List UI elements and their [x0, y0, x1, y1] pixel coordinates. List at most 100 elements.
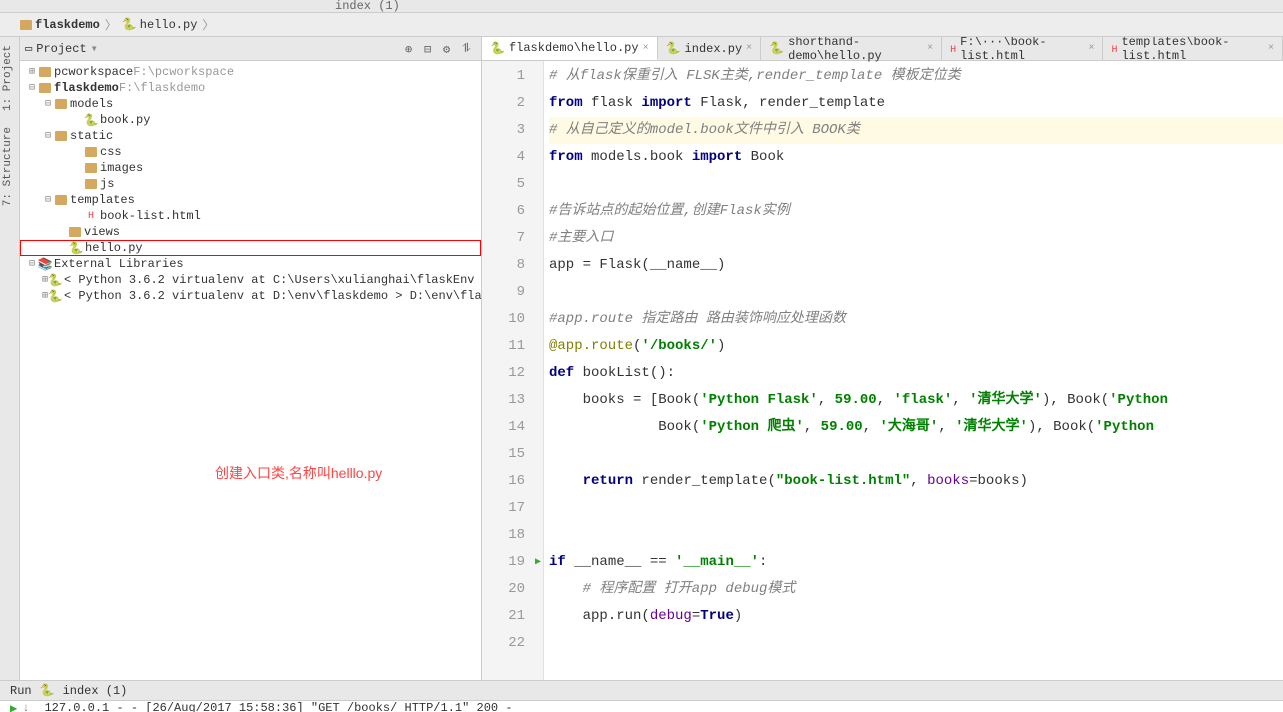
tree-item[interactable]: ⊞🐍< Python 3.6.2 virtualenv at C:\Users\… — [20, 272, 481, 288]
target-icon[interactable]: ⊟ — [424, 42, 438, 56]
code-line[interactable]: @app.route('/books/') — [549, 333, 1283, 360]
code-line[interactable]: #app.route 指定路由 路由装饰响应处理函数 — [549, 306, 1283, 333]
breadcrumb-item[interactable]: 🐍 hello.py — [117, 17, 203, 32]
py-icon: 🐍 — [84, 113, 98, 128]
tree-item[interactable]: 🐍book.py — [20, 112, 481, 128]
tool-project[interactable]: 1: Project — [0, 37, 16, 119]
dropdown-icon[interactable]: ▾ — [91, 41, 98, 56]
line-number: 11 — [482, 333, 525, 360]
html-icon: H — [1111, 42, 1117, 56]
panel-title: Project — [36, 42, 86, 56]
tree-item[interactable]: ⊟📚External Libraries — [20, 256, 481, 272]
run-label[interactable]: Run — [10, 684, 32, 698]
tree-item[interactable]: ⊟ static — [20, 128, 481, 144]
close-icon[interactable]: × — [643, 43, 649, 54]
code-line[interactable]: # 从flask保重引入 FLSK主类,render_template 模板定位… — [549, 63, 1283, 90]
code-line[interactable]: app.run(debug=True) — [549, 603, 1283, 630]
code-line[interactable] — [549, 279, 1283, 306]
code-line[interactable]: app = Flask(__name__) — [549, 252, 1283, 279]
code-line[interactable] — [549, 630, 1283, 657]
run-config-label[interactable]: index (1) — [63, 684, 128, 698]
code-line[interactable]: from flask import Flask, render_template — [549, 90, 1283, 117]
close-icon[interactable]: × — [927, 43, 933, 54]
tree-item[interactable]: ⊟flaskdemo F:\flaskdemo — [20, 80, 481, 96]
tree-item[interactable]: ⊟ templates — [20, 192, 481, 208]
tree-item[interactable]: css — [20, 144, 481, 160]
tree-toggle-icon[interactable]: ⊟ — [26, 258, 38, 270]
line-number: 9 — [482, 279, 525, 306]
console-arrow-icon[interactable]: ▶ — [10, 701, 17, 712]
tree-label: < Python 3.6.2 virtualenv at D:\env\flas… — [64, 289, 481, 303]
code-line[interactable]: Book('Python 爬虫', 59.00, '大海哥', '清华大学'),… — [549, 414, 1283, 441]
tree-toggle-icon[interactable]: ⊟ — [42, 194, 54, 206]
editor-tab[interactable]: Htemplates\book-list.html× — [1103, 37, 1283, 60]
tree-path: F:\pcworkspace — [133, 65, 234, 79]
tree-item[interactable]: Hbook-list.html — [20, 208, 481, 224]
tree-label: templates — [70, 193, 135, 207]
editor-tab[interactable]: HF:\···\book-list.html× — [942, 37, 1103, 60]
tree-item[interactable]: ⊞ pcworkspace F:\pcworkspace — [20, 64, 481, 80]
python-icon: 🐍 — [40, 683, 55, 698]
tree-item[interactable]: ⊟ models — [20, 96, 481, 112]
code-line[interactable]: def bookList(): — [549, 360, 1283, 387]
editor-tab[interactable]: 🐍flaskdemo\hello.py× — [482, 37, 658, 60]
line-number: 13 — [482, 387, 525, 414]
run-console[interactable]: ▶ ↓ 127.0.0.1 - - [26/Aug/2017 15:58:36]… — [0, 700, 1283, 712]
close-icon[interactable]: × — [1088, 43, 1094, 54]
tree-toggle-icon[interactable]: ⊟ — [42, 98, 54, 110]
code-line[interactable] — [549, 522, 1283, 549]
code-line[interactable] — [549, 495, 1283, 522]
code-content[interactable]: # 从flask保重引入 FLSK主类,render_template 模板定位… — [544, 61, 1283, 680]
code-line[interactable]: return render_template("book-list.html",… — [549, 468, 1283, 495]
project-tree[interactable]: ⊞ pcworkspace F:\pcworkspace⊟flaskdemo F:… — [20, 61, 481, 680]
tree-toggle-icon[interactable]: ⊞ — [26, 66, 38, 78]
tree-item[interactable]: ⊞🐍< Python 3.6.2 virtualenv at D:\env\fl… — [20, 288, 481, 304]
project-panel: ▭ Project ▾ ⊕ ⊟ ⚙ ⥮ ⊞ pcworkspace F:\pcwo… — [20, 37, 482, 680]
code-line[interactable]: books = [Book('Python Flask', 59.00, 'fl… — [549, 387, 1283, 414]
close-icon[interactable]: × — [1268, 43, 1274, 54]
tab-label: shorthand-demo\hello.py — [788, 37, 923, 63]
code-line[interactable] — [549, 171, 1283, 198]
console-arrow-icon[interactable]: ↓ — [22, 701, 29, 712]
collapse-icon[interactable]: ⊕ — [405, 42, 419, 56]
tree-label: book.py — [100, 113, 150, 127]
tree-label: book-list.html — [100, 209, 201, 223]
html-icon: H — [84, 211, 98, 222]
folder-icon — [84, 163, 98, 173]
project-panel-header: ▭ Project ▾ ⊕ ⊟ ⚙ ⥮ — [20, 37, 481, 61]
tree-item[interactable]: js — [20, 176, 481, 192]
folder-icon — [54, 195, 68, 205]
line-number: 17 — [482, 495, 525, 522]
code-line[interactable]: #主要入口 — [549, 225, 1283, 252]
tree-label: pcworkspace — [54, 65, 133, 79]
tree-item[interactable]: views — [20, 224, 481, 240]
code-line[interactable]: if __name__ == '__main__': — [549, 549, 1283, 576]
run-config-label[interactable]: index (1) — [335, 0, 400, 13]
close-icon[interactable]: × — [746, 43, 752, 54]
code-editor[interactable]: 12345678910111213141516171819▶202122 # 从… — [482, 61, 1283, 680]
gear-icon[interactable]: ⚙ — [443, 42, 457, 56]
tree-item[interactable]: 🐍hello.py — [20, 240, 481, 256]
code-line[interactable] — [549, 441, 1283, 468]
breadcrumb-item[interactable]: flaskdemo — [15, 18, 105, 32]
tree-label: static — [70, 129, 113, 143]
tool-structure[interactable]: 7: Structure — [0, 119, 16, 214]
code-line[interactable]: #告诉站点的起始位置,创建Flask实例 — [549, 198, 1283, 225]
left-tool-strip: 1: Project 7: Structure — [0, 37, 20, 680]
editor-tab[interactable]: 🐍shorthand-demo\hello.py× — [761, 37, 942, 60]
folder-icon — [38, 67, 52, 77]
code-line[interactable]: # 从自己定义的model.book文件中引入 BOOK类 — [549, 117, 1283, 144]
tree-item[interactable]: images — [20, 160, 481, 176]
hide-icon[interactable]: ⥮ — [462, 42, 476, 56]
code-line[interactable]: from models.book import Book — [549, 144, 1283, 171]
code-line[interactable]: # 程序配置 打开app debug模式 — [549, 576, 1283, 603]
tree-toggle-icon[interactable]: ⊟ — [26, 82, 38, 94]
tree-label: models — [70, 97, 113, 111]
lib-icon: 📚 — [38, 257, 52, 272]
tree-toggle-icon[interactable]: ⊟ — [42, 130, 54, 142]
editor-tab[interactable]: 🐍index.py× — [658, 37, 762, 60]
main-toolbar: index (1) — [0, 0, 1283, 13]
line-number: 18 — [482, 522, 525, 549]
tree-label: css — [100, 145, 122, 159]
run-gutter-icon[interactable]: ▶ — [535, 549, 541, 576]
